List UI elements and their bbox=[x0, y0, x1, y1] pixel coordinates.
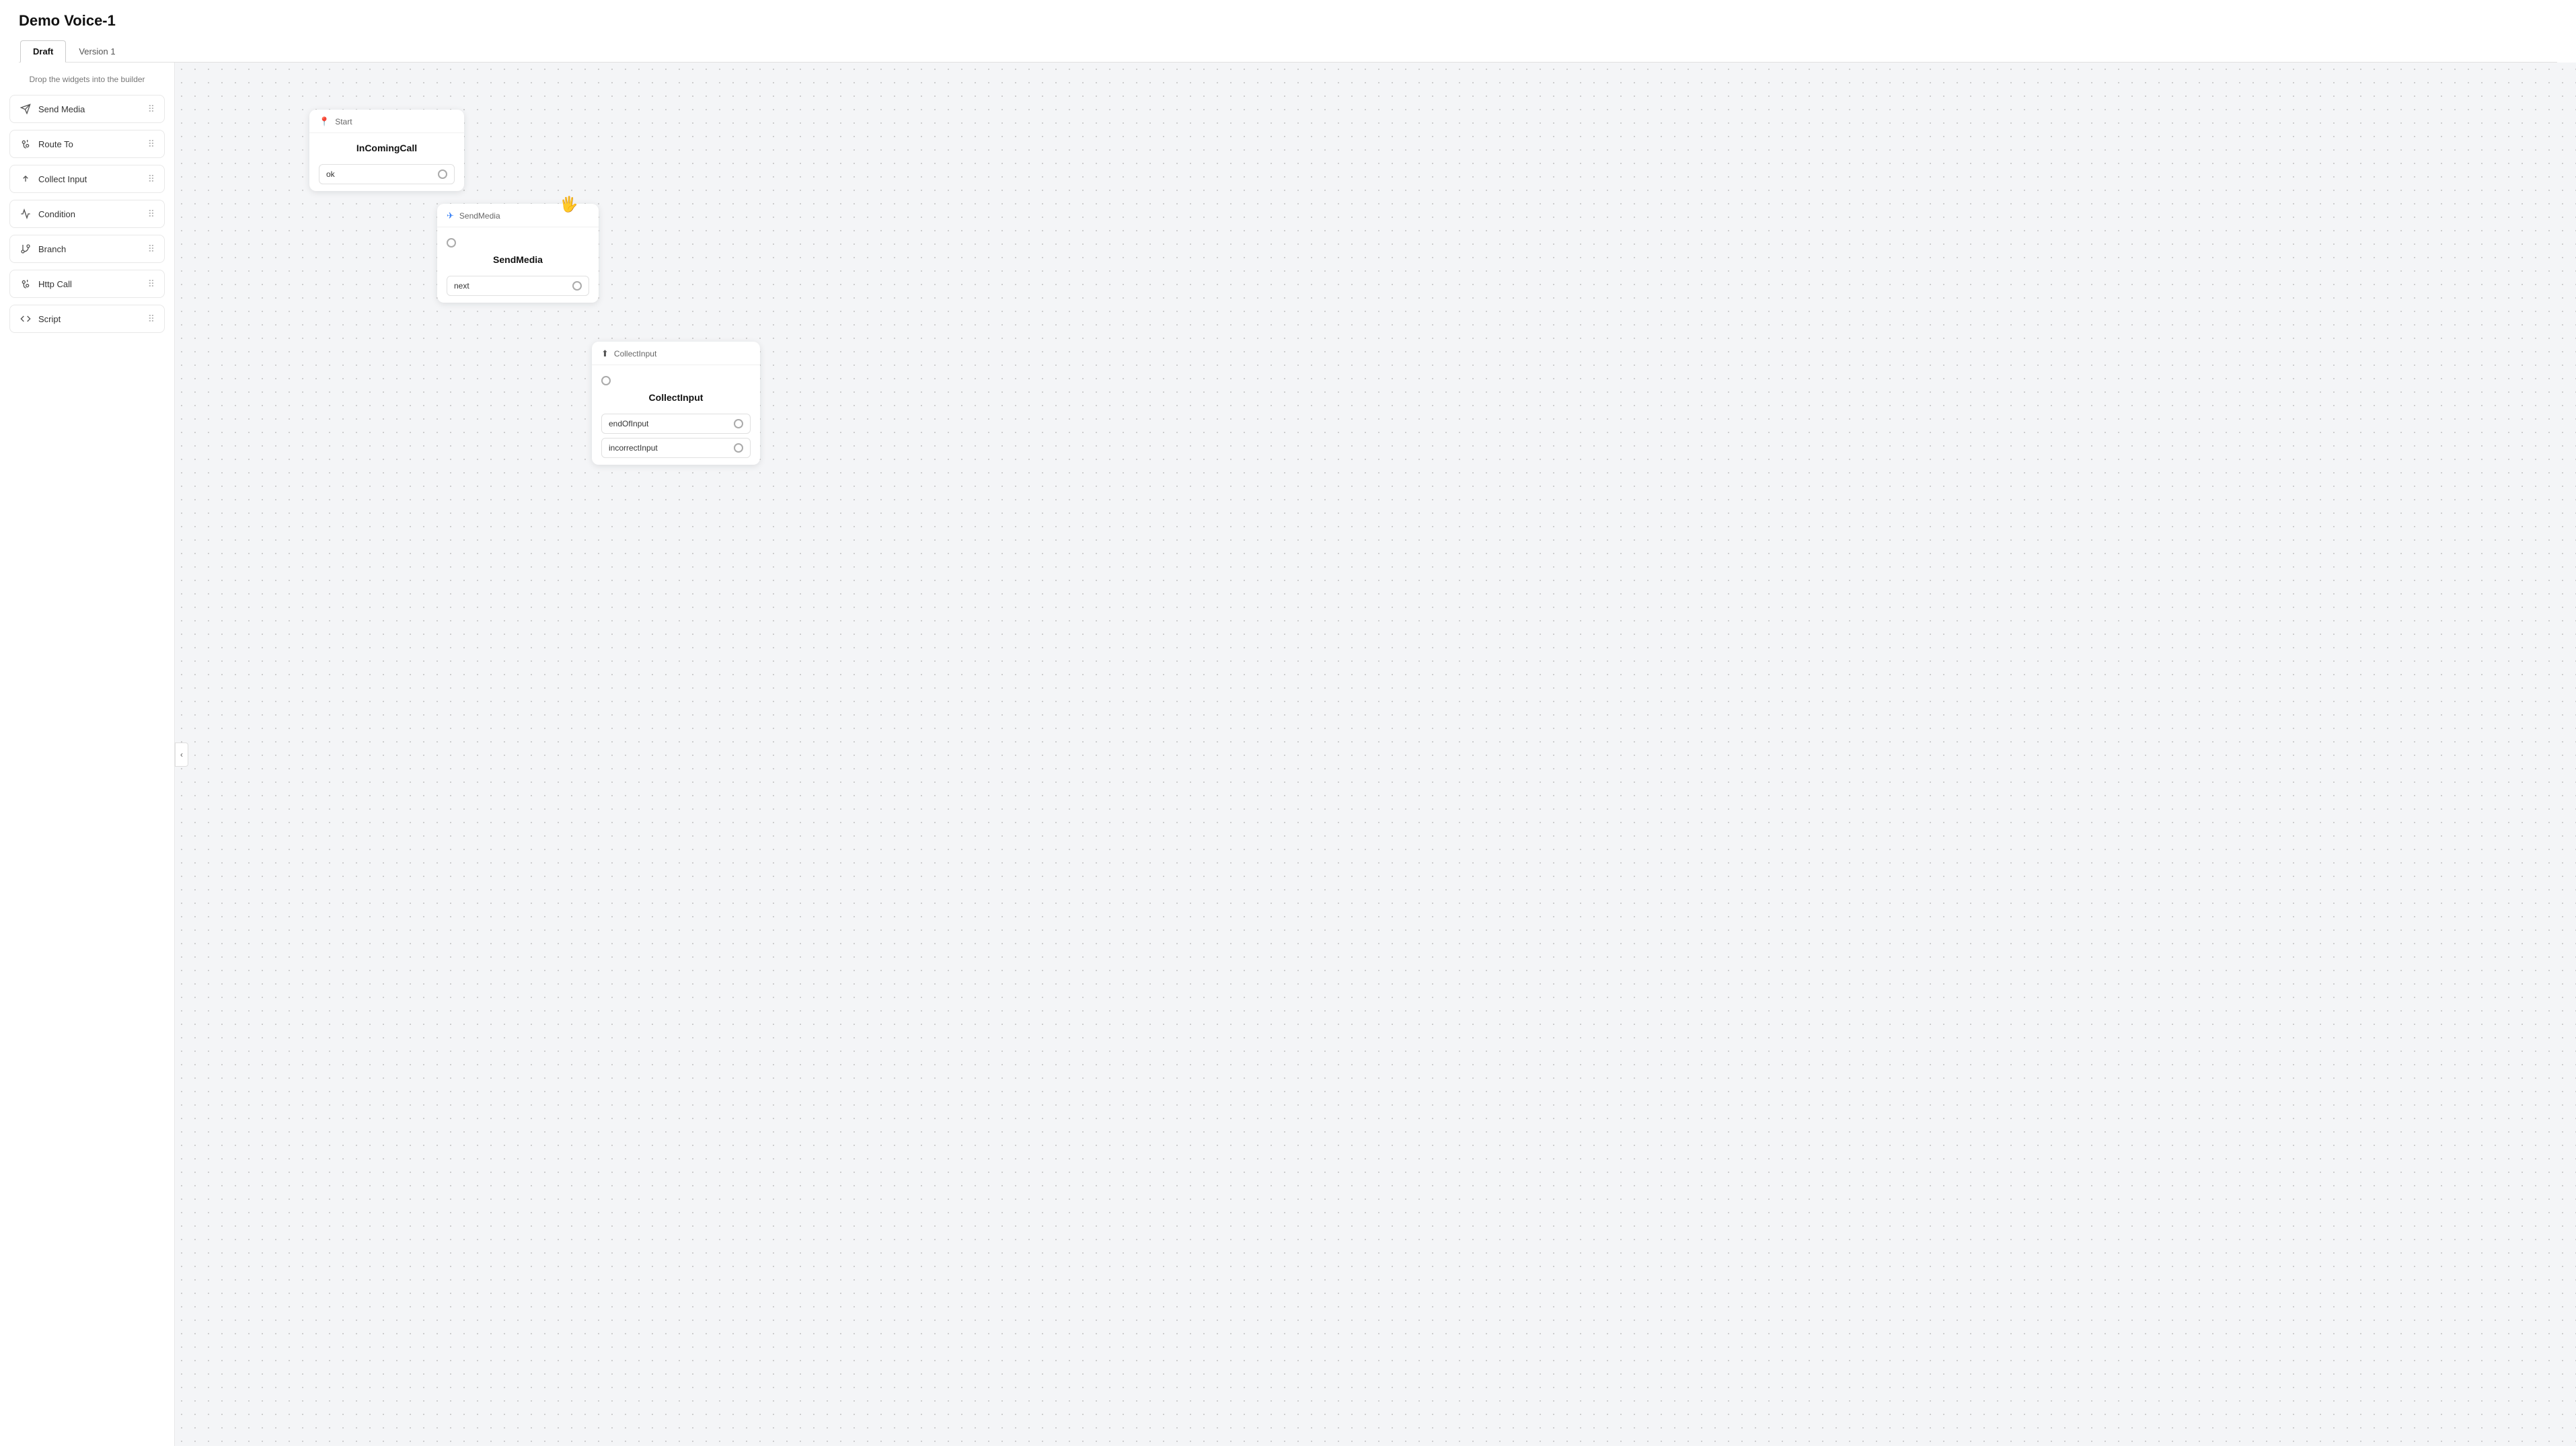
widget-branch-label: Branch bbox=[38, 244, 66, 254]
widget-http-call-label: Http Call bbox=[38, 279, 72, 289]
collect-input-icon bbox=[20, 173, 32, 185]
sendmedia-input-circle[interactable] bbox=[447, 238, 456, 248]
condition-icon bbox=[20, 208, 32, 220]
app-container: Demo Voice-1 Draft Version 1 Drop the wi… bbox=[0, 0, 2576, 1446]
drag-handle-branch: ⠿ bbox=[148, 243, 155, 255]
drag-handle-route-to: ⠿ bbox=[148, 139, 155, 150]
start-node-label: InComingCall bbox=[319, 140, 455, 160]
widget-branch[interactable]: Branch ⠿ bbox=[9, 235, 165, 263]
widget-script-label: Script bbox=[38, 314, 61, 324]
widget-send-media[interactable]: Send Media ⠿ bbox=[9, 95, 165, 123]
collectinput-port-incorrectinput-label: incorrectInput bbox=[609, 443, 658, 453]
collectinput-node-title: CollectInput bbox=[614, 349, 656, 358]
collectinput-port-endofinput[interactable]: endOfInput bbox=[601, 414, 751, 434]
widget-script[interactable]: Script ⠿ bbox=[9, 305, 165, 333]
collectinput-port-endofinput-circle[interactable] bbox=[734, 419, 743, 428]
start-node-header: 📍 Start bbox=[309, 110, 464, 133]
collectinput-input-row bbox=[601, 372, 751, 389]
http-call-icon bbox=[20, 278, 32, 290]
widget-condition-label: Condition bbox=[38, 209, 75, 219]
drag-handle-condition: ⠿ bbox=[148, 208, 155, 220]
sendmedia-node-body: SendMedia next bbox=[437, 227, 599, 303]
collectinput-node-body: CollectInput endOfInput incorrectInput bbox=[592, 365, 760, 465]
collectinput-node[interactable]: ⬆ CollectInput CollectInput endOfInput i… bbox=[592, 342, 760, 465]
collectinput-node-header: ⬆ CollectInput bbox=[592, 342, 760, 365]
sendmedia-port-next-label: next bbox=[454, 281, 469, 291]
sendmedia-node-title: SendMedia bbox=[459, 211, 500, 221]
branch-icon bbox=[20, 243, 32, 255]
start-node-body: InComingCall ok bbox=[309, 133, 464, 191]
collapse-sidebar-button[interactable]: ‹ bbox=[175, 743, 188, 767]
collectinput-port-endofinput-label: endOfInput bbox=[609, 419, 648, 428]
widget-route-to[interactable]: Route To ⠿ bbox=[9, 130, 165, 158]
drag-handle-collect-input: ⠿ bbox=[148, 174, 155, 185]
collectinput-input-circle[interactable] bbox=[601, 376, 611, 385]
collectinput-node-label: CollectInput bbox=[601, 389, 751, 410]
sendmedia-node-icon: ✈ bbox=[447, 211, 454, 221]
collectinput-node-icon: ⬆ bbox=[601, 348, 609, 359]
widget-http-call[interactable]: Http Call ⠿ bbox=[9, 270, 165, 298]
sidebar: Drop the widgets into the builder Send M… bbox=[0, 63, 175, 1446]
sendmedia-port-next-circle[interactable] bbox=[572, 281, 582, 291]
sidebar-hint: Drop the widgets into the builder bbox=[9, 75, 165, 84]
start-node[interactable]: 📍 Start InComingCall ok bbox=[309, 110, 464, 191]
drag-handle-http-call: ⠿ bbox=[148, 278, 155, 290]
widget-route-to-label: Route To bbox=[38, 139, 73, 149]
collectinput-port-incorrectinput[interactable]: incorrectInput bbox=[601, 438, 751, 458]
collectinput-port-incorrectinput-circle[interactable] bbox=[734, 443, 743, 453]
send-media-icon bbox=[20, 103, 32, 115]
start-port-ok-label: ok bbox=[326, 169, 335, 179]
main-area: Drop the widgets into the builder Send M… bbox=[0, 63, 2576, 1446]
route-to-icon bbox=[20, 138, 32, 150]
canvas-area[interactable]: ‹ 📍 Start InComingCall ok ✈ bbox=[175, 63, 2576, 1446]
tab-draft[interactable]: Draft bbox=[20, 40, 66, 63]
drag-handle-send-media: ⠿ bbox=[148, 104, 155, 115]
drag-handle-script: ⠿ bbox=[148, 313, 155, 325]
sendmedia-node-header: ✈ SendMedia bbox=[437, 204, 599, 227]
widget-collect-input-label: Collect Input bbox=[38, 174, 87, 184]
start-node-port-ok[interactable]: ok bbox=[319, 164, 455, 184]
tabs-bar: Draft Version 1 bbox=[19, 40, 2557, 63]
tab-version1[interactable]: Version 1 bbox=[66, 40, 128, 62]
sendmedia-node-label: SendMedia bbox=[447, 252, 589, 272]
header: Demo Voice-1 Draft Version 1 bbox=[0, 0, 2576, 63]
widget-send-media-label: Send Media bbox=[38, 104, 85, 114]
sendmedia-input-row bbox=[447, 234, 589, 252]
start-port-ok-circle[interactable] bbox=[438, 169, 447, 179]
start-node-title: Start bbox=[335, 117, 352, 126]
widget-condition[interactable]: Condition ⠿ bbox=[9, 200, 165, 228]
sendmedia-node-port-next[interactable]: next bbox=[447, 276, 589, 296]
widget-collect-input[interactable]: Collect Input ⠿ bbox=[9, 165, 165, 193]
sendmedia-node[interactable]: ✈ SendMedia SendMedia next bbox=[437, 204, 599, 303]
start-node-icon: 📍 bbox=[319, 116, 330, 127]
page-title: Demo Voice-1 bbox=[19, 12, 2557, 30]
script-icon bbox=[20, 313, 32, 325]
